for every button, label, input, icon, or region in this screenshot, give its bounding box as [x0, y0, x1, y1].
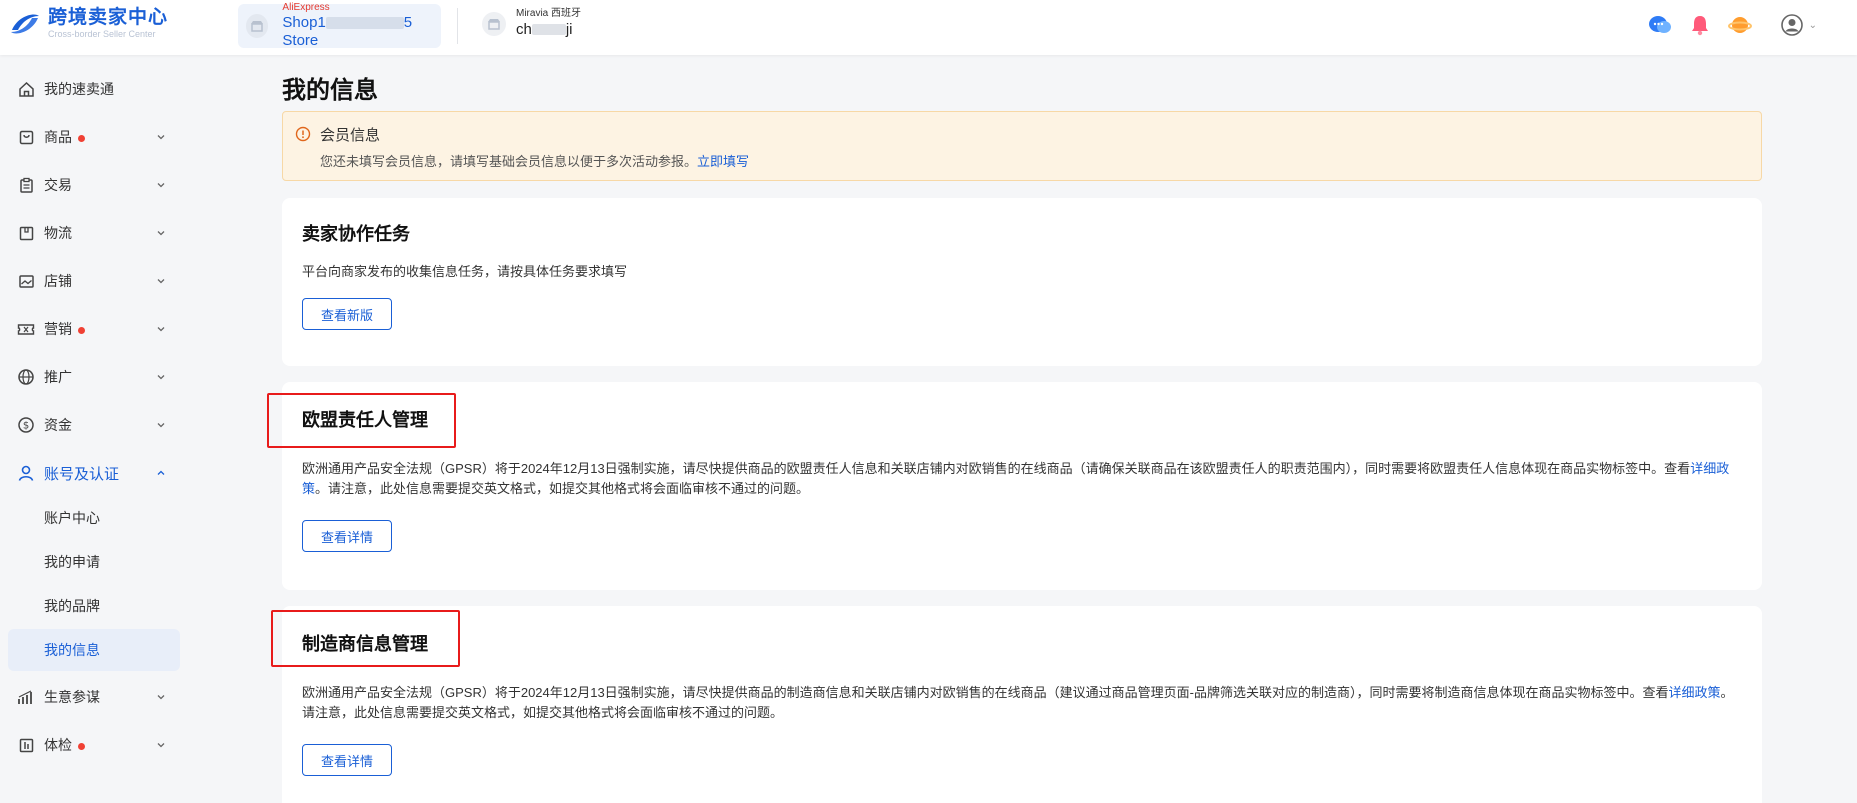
store-platform: Miravia 西班牙 [516, 8, 582, 19]
sidebar-item-products[interactable]: 商品 [0, 117, 188, 157]
user-avatar-icon[interactable] [1779, 12, 1805, 38]
chevron-down-icon [157, 743, 165, 748]
chevron-down-icon [157, 183, 165, 188]
sidebar-item-label: 账号及认证 [44, 465, 120, 483]
view-details-button[interactable]: 查看详情 [302, 744, 392, 776]
chevron-down-icon [157, 135, 165, 140]
card-description: 欧洲通用产品安全法规（GPSR）将于2024年12月13日强制实施，请尽快提供商… [302, 685, 1734, 720]
eu-responsible-person-card: 欧盟责任人管理 欧洲通用产品安全法规（GPSR）将于2024年12月13日强制实… [282, 382, 1762, 590]
sidebar-item-trade[interactable]: 交易 [0, 165, 188, 205]
sidebar-subitem-account-center[interactable]: 账户中心 [8, 497, 180, 539]
highlight-box [271, 610, 460, 667]
view-details-button[interactable]: 查看详情 [302, 520, 392, 552]
sidebar-item-health-check[interactable]: 体检 [0, 725, 188, 765]
card-title: 卖家协作任务 [302, 224, 410, 244]
fill-now-link[interactable]: 立即填写 [697, 154, 749, 169]
sidebar-item-label: 商品 [44, 127, 85, 147]
member-info-alert: 会员信息 您还未填写会员信息，请填写基础会员信息以便于多次活动参报。立即填写 [282, 111, 1762, 181]
seller-task-card: 卖家协作任务 平台向商家发布的收集信息任务，请按具体任务要求填写 查看新版 [282, 198, 1762, 366]
sidebar-item-label: 物流 [44, 225, 72, 241]
chevron-down-icon [157, 231, 165, 236]
image-icon [16, 271, 36, 291]
sidebar-item-account[interactable]: 账号及认证 [0, 453, 188, 493]
box-icon [16, 223, 36, 243]
chevron-up-icon [157, 470, 165, 475]
sidebar-item-label: 交易 [44, 177, 72, 193]
globe-icon [16, 367, 36, 387]
policy-link[interactable]: 详细政策 [1669, 685, 1721, 700]
header-actions: ⌄ [1633, 12, 1817, 38]
dollar-icon: $ [16, 415, 36, 435]
sidebar-item-business-advisor[interactable]: 生意参谋 [0, 677, 188, 717]
clipboard-icon [16, 175, 36, 195]
sidebar-item-label: 生意参谋 [44, 689, 100, 705]
chevron-down-icon [157, 695, 165, 700]
sidebar-item-marketing[interactable]: 营销 [0, 309, 188, 349]
alert-title: 会员信息 [320, 127, 381, 144]
highlight-box [267, 393, 456, 448]
notification-dot [78, 742, 85, 750]
logo[interactable]: 跨境卖家中心 Cross-border Seller Center [8, 7, 169, 40]
sidebar-item-label: 推广 [44, 369, 72, 385]
bag-icon [16, 127, 36, 147]
store-icon [246, 14, 269, 38]
store-platform: AliExpress [282, 2, 330, 13]
store-switcher-miravia[interactable]: Miravia 西班牙 ch ji [482, 8, 581, 39]
page-title: 我的信息 [282, 77, 378, 104]
store-icon [482, 11, 506, 36]
card-description: 欧洲通用产品安全法规（GPSR）将于2024年12月13日强制实施，请尽快提供商… [302, 461, 1730, 496]
sidebar-item-label: 体检 [44, 735, 85, 755]
top-header: 跨境卖家中心 Cross-border Seller Center AliExp… [0, 0, 1857, 55]
sidebar-item-logistics[interactable]: 物流 [0, 213, 188, 253]
notification-dot [78, 134, 85, 142]
sidebar-item-store[interactable]: 店铺 [0, 261, 188, 301]
bar-chart-icon [16, 687, 36, 707]
sidebar: 我的速卖通 商品 交易 物流 店铺 营销 推广 $ 资金 账号及认证 账户中心 … [0, 55, 188, 803]
chevron-down-icon [157, 423, 165, 428]
chat-icon[interactable] [1647, 12, 1673, 38]
sidebar-subitem-label: 我的信息 [44, 642, 100, 658]
sidebar-subitem-label: 账户中心 [44, 510, 100, 526]
sidebar-subitem-my-info[interactable]: 我的信息 [8, 629, 180, 671]
sidebar-item-label: 营销 [44, 319, 85, 339]
alert-text: 您还未填写会员信息，请填写基础会员信息以便于多次活动参报。立即填写 [320, 154, 750, 169]
view-new-version-button[interactable]: 查看新版 [302, 298, 392, 330]
manufacturer-info-card: 制造商信息管理 欧洲通用产品安全法规（GPSR）将于2024年12月13日强制实… [282, 606, 1762, 803]
sidebar-item-home[interactable]: 我的速卖通 [0, 69, 188, 109]
logo-subtitle: Cross-border Seller Center [48, 29, 156, 39]
health-icon [16, 735, 36, 755]
bell-icon[interactable] [1687, 12, 1713, 38]
card-description: 平台向商家发布的收集信息任务，请按具体任务要求填写 [302, 264, 628, 279]
sidebar-subitem-my-brands[interactable]: 我的品牌 [8, 585, 180, 627]
svg-text:$: $ [23, 421, 29, 432]
planet-icon[interactable] [1727, 12, 1753, 38]
ticket-icon [16, 319, 36, 339]
home-icon [16, 79, 36, 99]
store-name: ch ji [516, 20, 573, 38]
logo-title: 跨境卖家中心 [48, 7, 169, 29]
header-divider [457, 8, 458, 44]
sidebar-subitem-label: 我的品牌 [44, 598, 100, 614]
chevron-down-icon [157, 279, 165, 284]
warning-circle-icon [295, 126, 311, 142]
store-switcher-aliexpress[interactable]: AliExpress Shop1 5 Store [238, 2, 441, 49]
sidebar-subitem-label: 我的申请 [44, 554, 100, 570]
notification-dot [78, 326, 85, 334]
sidebar-item-promotion[interactable]: 推广 [0, 357, 188, 397]
sidebar-item-label: 店铺 [44, 273, 72, 289]
chevron-down-icon[interactable]: ⌄ [1809, 20, 1817, 31]
user-icon [16, 463, 36, 483]
chevron-down-icon [157, 375, 165, 380]
store-name: Shop1 5 Store [282, 14, 413, 49]
sidebar-item-label: 资金 [44, 417, 72, 433]
sidebar-item-label: 我的速卖通 [44, 81, 114, 97]
sidebar-item-funds[interactable]: $ 资金 [0, 405, 188, 445]
chevron-down-icon [157, 327, 165, 332]
logo-mark-icon [11, 14, 39, 34]
sidebar-subitem-my-applications[interactable]: 我的申请 [8, 541, 180, 583]
